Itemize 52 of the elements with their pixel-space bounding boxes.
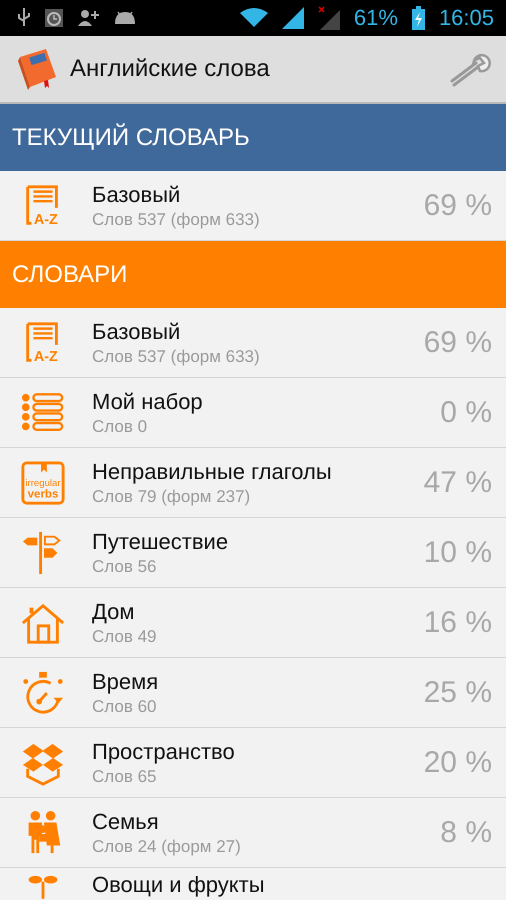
dictionary-title: Путешествие <box>92 528 230 554</box>
no-signal-icon <box>318 6 340 30</box>
section-header: ТЕКУЩИЙ СЛОВАРЬ <box>0 104 506 171</box>
word-count: Слов 56 <box>92 556 158 576</box>
dictionary-title: Базовый <box>92 182 182 208</box>
progress-percent: 69 % <box>424 188 492 222</box>
word-count: Слов 65 <box>92 766 158 786</box>
dictionary-row[interactable]: Мой набор Слов 0 0 % <box>0 378 506 448</box>
wrench-icon[interactable] <box>448 51 492 87</box>
progress-percent: 20 % <box>424 746 492 780</box>
section-header: СЛОВАРИ <box>0 241 506 308</box>
word-count: Слов 24 (форм 27) <box>92 836 242 856</box>
dictionary-row[interactable]: Овощи и фрукты <box>0 868 506 900</box>
progress-percent: 10 % <box>424 536 492 570</box>
dictionary-title: Овощи и фрукты <box>92 872 266 898</box>
word-count: Слов 537 (форм 633) <box>92 346 261 366</box>
dictionary-title: Семья <box>92 808 160 834</box>
dictionary-title: Дом <box>92 598 136 624</box>
alarm-icon <box>44 8 64 28</box>
word-count: Слов 60 <box>92 696 158 716</box>
wifi-icon <box>240 8 268 28</box>
battery-charging-icon <box>412 6 425 30</box>
progress-percent: 0 % <box>440 396 492 430</box>
dictionary-row[interactable]: irregular verbs Неправильные глаголы Слов 79 (форм 237) 47 % <box>0 448 506 518</box>
usb-icon <box>18 8 30 28</box>
android-icon <box>114 10 136 26</box>
dictionary-row[interactable]: Дом Слов 49 16 % <box>0 588 506 658</box>
word-count: Слов 0 <box>92 416 148 436</box>
dictionary-row[interactable]: Пространство Слов 65 20 % <box>0 728 506 798</box>
word-count: Слов 537 (форм 633) <box>92 210 261 230</box>
dictionary-row[interactable]: Путешествие Слов 56 10 % <box>0 518 506 588</box>
dictionary-title: Мой набор <box>92 388 204 414</box>
progress-percent: 8 % <box>440 816 492 850</box>
battery-percent: 61% <box>354 5 398 31</box>
dictionary-row[interactable]: Время Слов 60 25 % <box>0 658 506 728</box>
signal-icon <box>282 7 304 29</box>
add-person-icon <box>78 9 100 27</box>
dictionary-row[interactable]: Семья Слов 24 (форм 27) 8 % <box>0 798 506 868</box>
dictionary-title: Пространство <box>92 738 236 764</box>
progress-percent: 16 % <box>424 606 492 640</box>
progress-percent: 47 % <box>424 466 492 500</box>
progress-percent: 25 % <box>424 676 492 710</box>
word-count: Слов 49 <box>92 626 158 646</box>
dictionary-title: Неправильные глаголы <box>92 458 333 484</box>
progress-percent: 69 % <box>424 326 492 360</box>
app-title: Английские слова <box>70 55 271 83</box>
word-count: Слов 79 (форм 237) <box>92 486 252 506</box>
irregular-verbs-icon: irregular verbs <box>20 460 66 506</box>
dictionary-title: Базовый <box>92 318 182 344</box>
clock: 16:05 <box>438 5 494 31</box>
dictionary-row[interactable]: A-Z Базовый Слов 537 (форм 633) 69 % <box>0 308 506 378</box>
dictionary-title: Время <box>92 668 160 694</box>
